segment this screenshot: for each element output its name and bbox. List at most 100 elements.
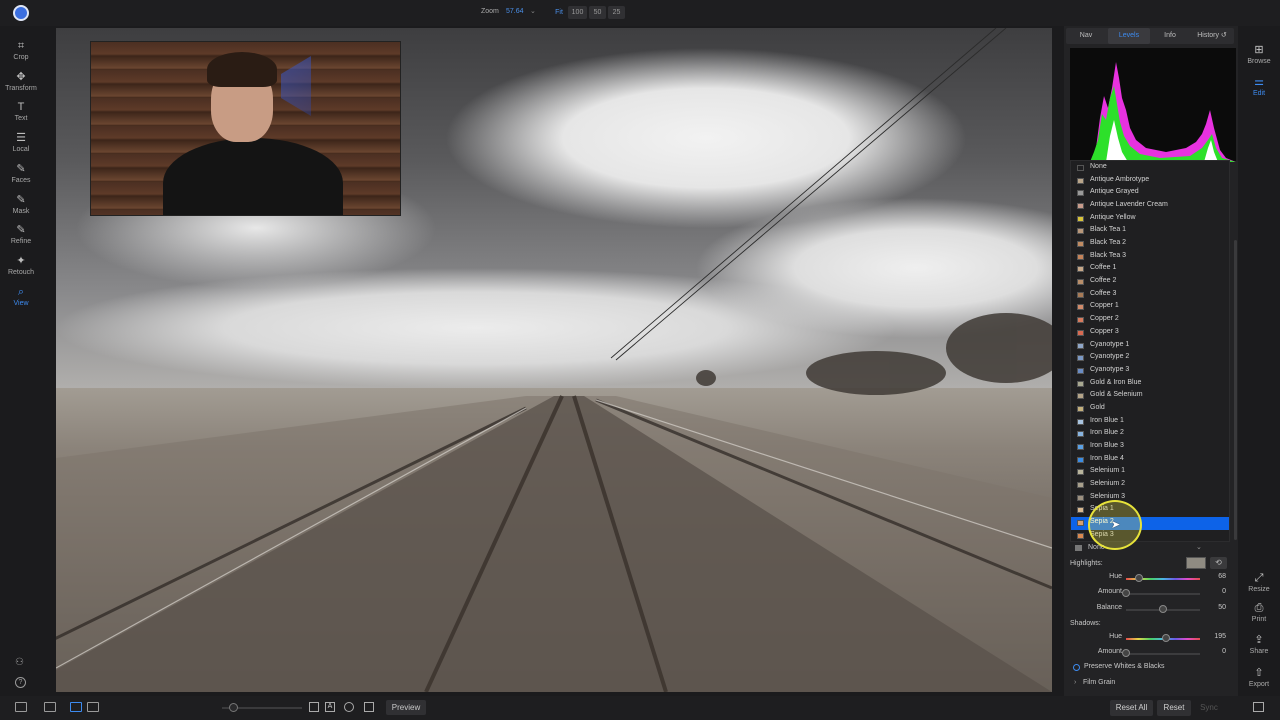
sync-button[interactable]: Sync	[1194, 700, 1224, 716]
tab-levels[interactable]: Levels	[1108, 28, 1150, 44]
module-resize[interactable]: ⤢ Resize	[1238, 572, 1280, 593]
module-browse[interactable]: ⊞ Browse	[1238, 44, 1280, 65]
preset-item[interactable]: Coffee 3	[1071, 289, 1229, 302]
panel-toggle-icon[interactable]	[15, 702, 27, 712]
preset-item[interactable]: Sepia 1	[1071, 504, 1229, 517]
compare-view-icon[interactable]	[87, 702, 99, 712]
dropdown-scrollbar[interactable]	[1234, 240, 1237, 540]
slider-value[interactable]: 68	[1218, 573, 1226, 580]
preset-item[interactable]: Cyanotype 1	[1071, 340, 1229, 353]
preset-item[interactable]: Antique Yellow	[1071, 213, 1229, 226]
tool-refine[interactable]: ✎ Refine	[0, 224, 42, 245]
preset-item[interactable]: Gold & Iron Blue	[1071, 378, 1229, 391]
preset-item[interactable]: Black Tea 1	[1071, 225, 1229, 238]
preset-dropdown-list[interactable]: None Antique Ambrotype Antique Grayed Antiq…	[1070, 160, 1230, 542]
zoom-value[interactable]: 57.64	[506, 8, 524, 15]
preset-item[interactable]: Iron Blue 2	[1071, 428, 1229, 441]
preset-item[interactable]: Antique Grayed	[1071, 187, 1229, 200]
zoom-25-button[interactable]: 25	[608, 6, 625, 19]
module-share[interactable]: ⇪ Share	[1238, 634, 1280, 655]
preset-item[interactable]: Coffee 2	[1071, 276, 1229, 289]
preset-item[interactable]: Selenium 2	[1071, 479, 1229, 492]
tool-mask[interactable]: ✎ Mask	[0, 194, 42, 215]
edit-view-icon[interactable]	[364, 702, 374, 712]
thumbnail-size-knob[interactable]	[229, 703, 238, 712]
preset-select[interactable]: None ⌄	[1070, 542, 1230, 554]
tab-info[interactable]: Info	[1150, 28, 1190, 44]
preset-item[interactable]: Copper 1	[1071, 301, 1229, 314]
app-logo-icon[interactable]	[13, 5, 29, 21]
preset-item[interactable]: Black Tea 3	[1071, 251, 1229, 264]
tab-history[interactable]: History ↺	[1190, 28, 1234, 44]
preset-item[interactable]: Selenium 1	[1071, 466, 1229, 479]
preset-item[interactable]: Antique Ambrotype	[1071, 175, 1229, 188]
slider-knob[interactable]	[1161, 634, 1170, 642]
help-icon[interactable]: ?	[15, 677, 26, 688]
zoom-100-button[interactable]: 100	[568, 6, 587, 19]
slider-knob[interactable]	[1122, 589, 1130, 598]
preview-button[interactable]: Preview	[386, 700, 426, 715]
image-canvas[interactable]	[56, 28, 1052, 692]
circle-view-icon[interactable]	[344, 702, 354, 712]
highlights-color-swatch[interactable]	[1186, 557, 1206, 569]
tool-faces[interactable]: ✎ Faces	[0, 163, 42, 184]
highlights-amount-slider[interactable]: Amount 0	[1070, 587, 1230, 599]
slider-value[interactable]: 0	[1222, 588, 1226, 595]
tool-transform[interactable]: ✥ Transform	[0, 71, 42, 92]
preset-item[interactable]: Copper 3	[1071, 327, 1229, 340]
slider-knob[interactable]	[1135, 574, 1144, 582]
chevron-down-icon[interactable]: ⌄	[530, 7, 536, 15]
preset-item[interactable]: Coffee 1	[1071, 263, 1229, 276]
panel-tab-bar: Nav Levels Info History ↺	[1066, 28, 1234, 44]
zoom-50-button[interactable]: 50	[589, 6, 606, 19]
tab-nav[interactable]: Nav	[1066, 28, 1106, 44]
mask-view-icon[interactable]	[309, 702, 319, 712]
preset-item[interactable]: Iron Blue 1	[1071, 416, 1229, 429]
module-edit[interactable]: ⚌ Edit	[1238, 76, 1280, 97]
module-export[interactable]: ⇧ Export	[1238, 667, 1280, 688]
chevron-down-icon[interactable]: ⌄	[1196, 543, 1202, 551]
overlay-icon[interactable]: A	[325, 702, 335, 712]
slider-knob[interactable]	[1159, 604, 1167, 613]
preset-item[interactable]: Iron Blue 4	[1071, 454, 1229, 467]
preset-item[interactable]: Selenium 3	[1071, 492, 1229, 505]
slider-knob[interactable]	[1122, 649, 1130, 658]
preset-item[interactable]: Cyanotype 2	[1071, 352, 1229, 365]
reset-icon[interactable]: ⟲	[1210, 557, 1227, 569]
slider-value[interactable]: 0	[1222, 648, 1226, 655]
right-panel-toggle-icon[interactable]	[1253, 702, 1264, 712]
preset-item[interactable]: Black Tea 2	[1071, 238, 1229, 251]
preset-item[interactable]: Sepia 2	[1071, 517, 1229, 530]
tool-retouch[interactable]: ✦ Retouch	[0, 255, 42, 276]
preset-item[interactable]: Gold	[1071, 403, 1229, 416]
slider-value[interactable]: 50	[1218, 604, 1226, 611]
highlights-balance-slider[interactable]: Balance 50	[1070, 603, 1230, 615]
preset-swatch	[1077, 291, 1084, 298]
shadows-hue-slider[interactable]: Hue 195	[1070, 632, 1230, 644]
preset-item[interactable]: Iron Blue 3	[1071, 441, 1229, 454]
single-view-icon[interactable]	[70, 702, 82, 712]
filmstrip-icon[interactable]	[44, 702, 56, 712]
account-icon[interactable]: ⚇	[15, 657, 24, 668]
zoom-fit-button[interactable]: Fit	[552, 6, 566, 19]
preset-item[interactable]: None	[1071, 162, 1229, 175]
tool-local[interactable]: ☰ Local	[0, 132, 42, 153]
highlights-hue-slider[interactable]: Hue 68	[1070, 572, 1230, 584]
chevron-right-icon[interactable]: ›	[1074, 679, 1076, 686]
tool-text[interactable]: T Text	[0, 101, 42, 122]
reset-button[interactable]: Reset	[1157, 700, 1191, 716]
preset-item[interactable]: Antique Lavender Cream	[1071, 200, 1229, 213]
preset-item[interactable]: Copper 2	[1071, 314, 1229, 327]
slider-track[interactable]	[1126, 593, 1200, 596]
shadows-amount-slider[interactable]: Amount 0	[1070, 647, 1230, 659]
slider-track[interactable]	[1126, 653, 1200, 656]
preset-item[interactable]: Cyanotype 3	[1071, 365, 1229, 378]
module-print[interactable]: ⎙ Print	[1238, 602, 1280, 623]
preset-item[interactable]: Sepia 3	[1071, 530, 1229, 541]
slider-value[interactable]: 195	[1214, 633, 1226, 640]
preset-item[interactable]: Gold & Selenium	[1071, 390, 1229, 403]
preserve-radio[interactable]	[1073, 664, 1080, 671]
reset-all-button[interactable]: Reset All	[1110, 700, 1153, 716]
tool-crop[interactable]: ⌗ Crop	[0, 40, 42, 61]
tool-view[interactable]: ⌕ View	[0, 286, 42, 307]
